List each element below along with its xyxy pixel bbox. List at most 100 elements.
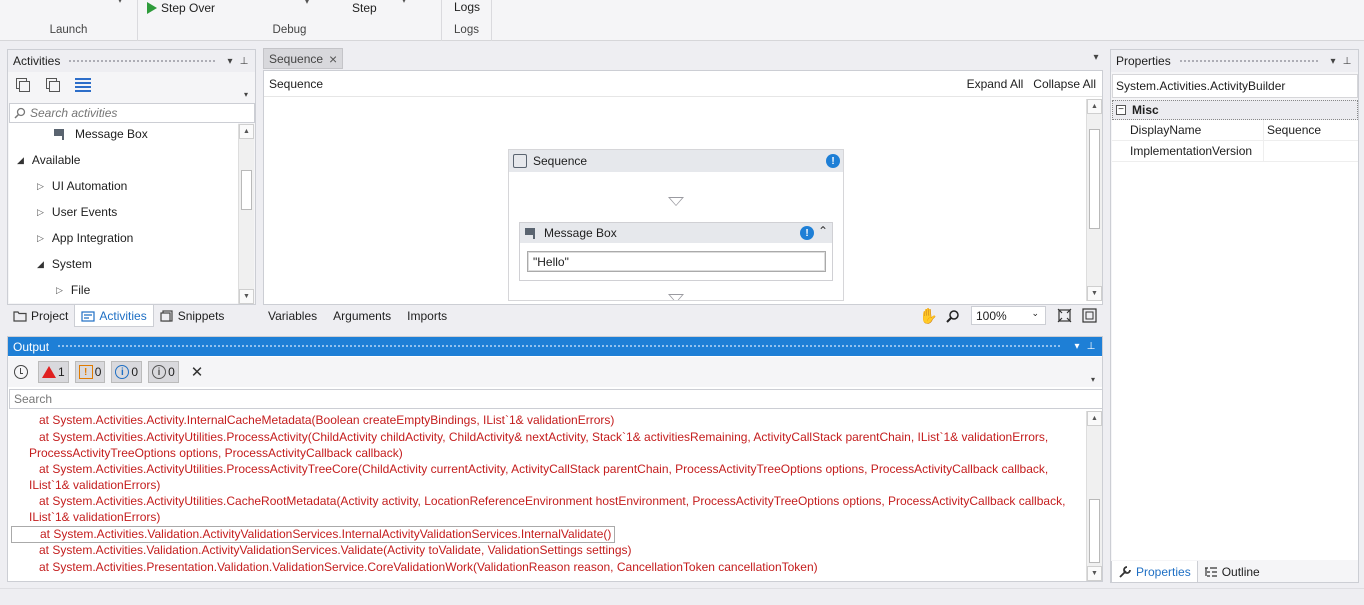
chevron-down-icon[interactable]: ▾ (1070, 341, 1084, 352)
search-input[interactable] (30, 106, 240, 120)
errors-filter-button[interactable]: 1 (38, 361, 69, 383)
log-line[interactable]: at System.Activities.Activity.InternalCa… (11, 413, 1071, 429)
tree-item-user-events[interactable]: ▷ User Events (37, 199, 117, 225)
scroll-down-icon[interactable]: ▼ (239, 289, 254, 304)
tab-imports[interactable]: Imports (399, 309, 455, 323)
chevron-down-icon[interactable]: ▾ (402, 0, 406, 5)
log-line[interactable]: at System.Activities.Validation.Activity… (11, 543, 1071, 559)
property-row-implementationversion[interactable]: ImplementationVersion (1112, 141, 1358, 162)
designer-scrollbar[interactable]: ▲ ▼ (1086, 99, 1102, 301)
collapse-all-icon[interactable] (44, 77, 62, 93)
panel-grip[interactable] (57, 344, 1062, 349)
pan-hand-icon[interactable]: ✋ (919, 307, 938, 325)
property-row-displayname[interactable]: DisplayName Sequence (1112, 120, 1358, 141)
scroll-thumb[interactable] (1089, 499, 1100, 563)
sequence-activity[interactable]: Sequence ! Message Box ! ⌃ (508, 149, 844, 301)
scroll-up-icon[interactable]: ▲ (239, 124, 254, 139)
expanded-arrow-icon[interactable]: ◢ (37, 259, 44, 270)
collapse-icon[interactable]: ⌃ (818, 224, 828, 238)
log-line[interactable]: at System.Activities.ActivityUtilities.P… (11, 430, 1071, 461)
chevron-down-icon[interactable]: ⌄ (1031, 308, 1039, 319)
log-line[interactable]: at System.Activities.ActivityUtilities.P… (11, 462, 1071, 493)
clear-icon[interactable]: ✕ (191, 363, 204, 381)
tree-item-app-integration[interactable]: ▷ App Integration (37, 225, 133, 251)
property-category-misc[interactable]: − Misc (1112, 100, 1358, 120)
search-input[interactable] (14, 392, 1014, 406)
tree-item-available[interactable]: ◢ Available (17, 147, 80, 173)
log-line[interactable]: at System.Activities.ActivityUtilities.C… (11, 494, 1071, 525)
tab-sequence[interactable]: Sequence × (263, 48, 343, 69)
tree-scrollbar[interactable]: ▲ ▼ (238, 124, 254, 304)
tree-item-message-box[interactable]: Message Box (53, 123, 148, 147)
property-value[interactable] (1264, 141, 1358, 161)
collapsed-arrow-icon[interactable]: ▷ (37, 181, 44, 192)
chevron-down-icon[interactable]: ▾ (1326, 56, 1340, 67)
property-grid: − Misc DisplayName Sequence Implementati… (1112, 100, 1358, 560)
overview-map-icon[interactable] (1082, 308, 1097, 323)
warnings-filter-button[interactable]: ! 0 (74, 361, 106, 383)
pin-icon[interactable]: ⊥ (237, 56, 251, 67)
property-value[interactable]: Sequence (1264, 120, 1358, 140)
expand-all-icon[interactable] (14, 77, 32, 93)
log-line-selected[interactable]: at System.Activities.Validation.Activity… (11, 526, 615, 543)
tab-project[interactable]: Project (7, 305, 74, 327)
tree-item-system[interactable]: ◢ System (37, 251, 92, 277)
tree-item-file[interactable]: ▷ File (56, 277, 90, 303)
errors-count: 1 (58, 365, 65, 379)
tab-arguments[interactable]: Arguments (325, 309, 399, 323)
pin-icon[interactable]: ⊥ (1340, 56, 1354, 67)
validation-warning-icon[interactable]: ! (800, 226, 814, 240)
chevron-down-icon[interactable]: ▾ (1089, 52, 1103, 63)
panel-grip[interactable] (68, 58, 215, 64)
drop-target-icon[interactable] (668, 294, 684, 300)
collapsed-arrow-icon[interactable]: ▷ (37, 233, 44, 244)
scroll-thumb[interactable] (1089, 129, 1100, 229)
expand-all-link[interactable]: Expand All (967, 77, 1024, 91)
info-filter-button[interactable]: i 0 (111, 361, 143, 383)
error-icon (42, 366, 56, 378)
clock-icon[interactable] (14, 365, 28, 379)
step-over-button[interactable]: Step Over (147, 1, 215, 15)
pin-icon[interactable]: ⊥ (1084, 341, 1098, 352)
scroll-up-icon[interactable]: ▲ (1087, 99, 1102, 114)
message-text-input[interactable] (527, 251, 826, 272)
collapse-category-icon[interactable]: − (1116, 105, 1126, 115)
scroll-up-icon[interactable]: ▲ (1087, 411, 1102, 426)
activities-toolbar (8, 72, 255, 98)
step-button[interactable]: Step (352, 1, 377, 15)
collapsed-arrow-icon[interactable]: ▷ (37, 207, 44, 218)
message-box-activity[interactable]: Message Box ! ⌃ (519, 222, 833, 281)
expanded-arrow-icon[interactable]: ◢ (17, 155, 24, 166)
filter-list-icon[interactable] (74, 77, 92, 93)
chevron-down-icon[interactable]: ▾ (239, 90, 253, 99)
tab-snippets[interactable]: Snippets (154, 305, 231, 327)
tab-variables[interactable]: Variables (263, 309, 325, 323)
chevron-down-icon[interactable]: ▾ (118, 0, 122, 5)
validation-warning-icon[interactable]: ! (826, 154, 840, 168)
zoom-icon[interactable] (946, 309, 960, 323)
scroll-down-icon[interactable]: ▼ (1087, 286, 1102, 301)
tree-item-ui-automation[interactable]: ▷ UI Automation (37, 173, 127, 199)
log-line[interactable]: at System.Activities.Presentation.Valida… (11, 560, 1071, 576)
collapse-all-link[interactable]: Collapse All (1033, 77, 1096, 91)
scroll-thumb[interactable] (241, 170, 252, 210)
panel-grip[interactable] (1178, 58, 1318, 64)
tab-activities[interactable]: Activities (74, 305, 154, 327)
message-box-header[interactable]: Message Box ! ⌃ (520, 223, 832, 243)
fit-to-screen-icon[interactable] (1057, 308, 1072, 323)
sequence-header[interactable]: Sequence ! (509, 150, 843, 172)
trace-filter-button[interactable]: i 0 (148, 361, 179, 383)
logs-button[interactable]: Logs (454, 0, 480, 14)
tab-properties[interactable]: Properties (1111, 561, 1198, 583)
collapsed-arrow-icon[interactable]: ▷ (56, 285, 63, 296)
chevron-down-icon[interactable]: ▾ (1086, 375, 1100, 384)
chevron-down-icon[interactable]: ▾ (305, 0, 309, 6)
zoom-select[interactable]: 100% ⌄ (971, 306, 1046, 325)
drop-target-icon[interactable] (668, 197, 684, 206)
output-scrollbar[interactable]: ▲ ▼ (1086, 411, 1102, 581)
scroll-down-icon[interactable]: ▼ (1087, 566, 1102, 581)
close-icon[interactable]: × (329, 51, 337, 67)
breadcrumb[interactable]: Sequence (269, 77, 323, 91)
chevron-down-icon[interactable]: ▾ (223, 56, 237, 67)
tab-outline[interactable]: Outline (1198, 561, 1266, 583)
